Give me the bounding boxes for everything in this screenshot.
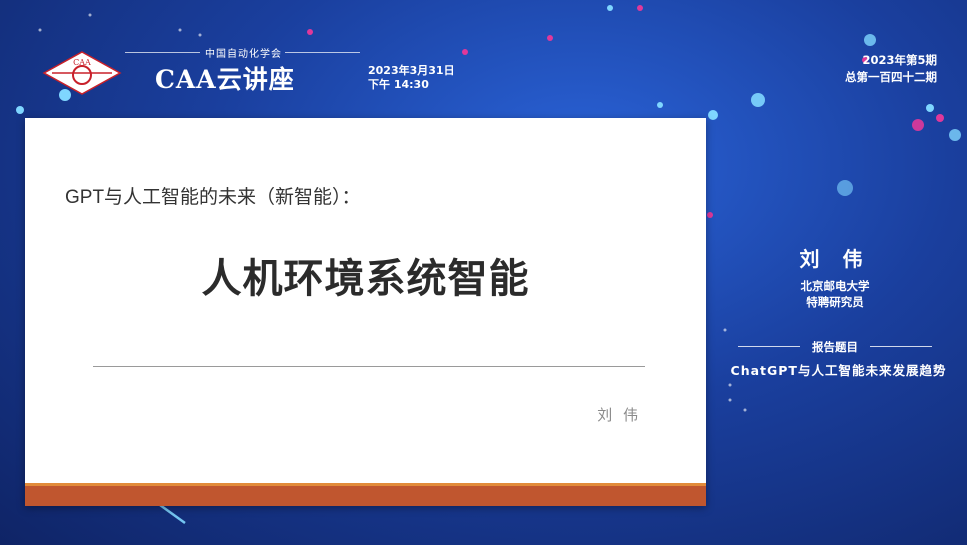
org-divider-right: [285, 52, 360, 53]
lecture-datetime: 2023年3月31日 下午 14:30: [368, 64, 455, 92]
issue-total: 总第一百四十二期: [845, 70, 937, 84]
issue-number: 2023年第5期: [862, 53, 937, 67]
speaker-info: 北京邮电大学 特聘研究员: [760, 278, 910, 310]
slide-subtitle: GPT与人工智能的未来（新智能）：: [65, 187, 361, 208]
slide-title: 人机环境系统智能: [201, 256, 530, 302]
slide-divider: [93, 366, 645, 367]
org-name: 中国自动化学会: [205, 49, 282, 60]
org-divider-left: [125, 52, 200, 53]
topic-title: ChatGPT与人工智能未来发展趋势: [730, 363, 947, 378]
speaker-name: 刘 伟: [799, 247, 871, 271]
speaker-affiliation: 北京邮电大学: [800, 279, 870, 293]
topic-divider-right: [870, 346, 932, 347]
brand-title: CAA云讲座: [155, 65, 295, 94]
slide-author: 刘 伟: [597, 406, 641, 424]
presentation-slide: GPT与人工智能的未来（新智能）： 人机环境系统智能 刘 伟: [25, 118, 706, 506]
slide-footer-bar: [25, 483, 706, 506]
lecture-date: 2023年3月31日: [368, 64, 455, 77]
speaker-role: 特聘研究员: [806, 295, 864, 309]
logo-text: CAA: [73, 58, 91, 67]
caa-logo: CAA: [42, 51, 122, 95]
lecture-time: 下午 14:30: [368, 78, 429, 91]
topic-header: 报告题目: [812, 340, 858, 354]
issue-info: 2023年第5期 总第一百四十二期: [845, 52, 937, 86]
